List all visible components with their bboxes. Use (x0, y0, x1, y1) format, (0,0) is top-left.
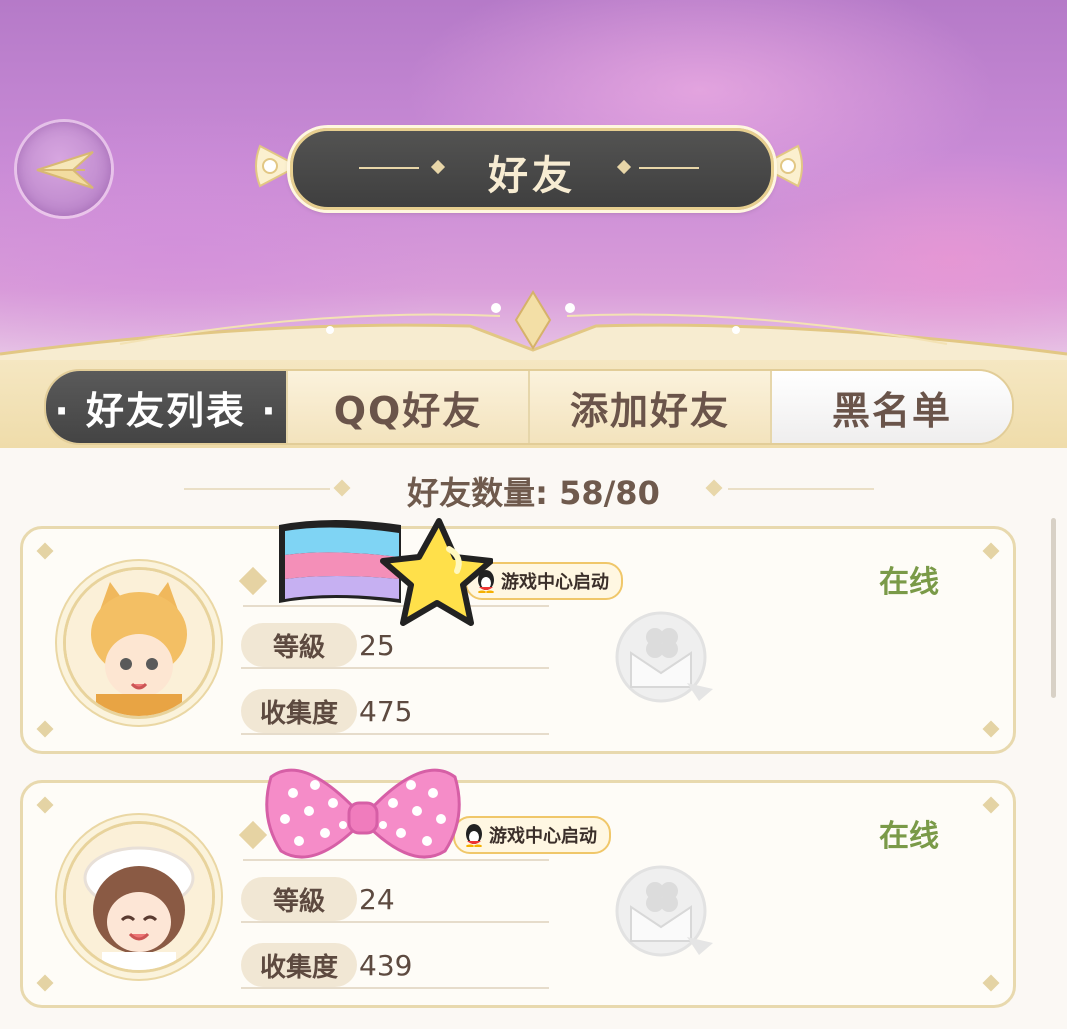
tab-bar: · 好友列表 · QQ好友 添加好友 黑名单 (44, 369, 1014, 445)
pink-polka-bow-sticker (265, 768, 461, 859)
tab-blacklist[interactable]: 黑名单 (772, 371, 1012, 443)
collection-label: 收集度 (241, 689, 357, 733)
maid-girl-avatar (66, 824, 212, 970)
name-decor-diamond (238, 566, 268, 596)
stat-underline (241, 987, 549, 989)
collection-value: 475 (359, 695, 413, 728)
tab-friend-list[interactable]: · 好友列表 · (46, 371, 288, 443)
title-decor-line (639, 167, 699, 169)
level-value: 24 (359, 883, 395, 916)
back-wing-icon (36, 151, 94, 189)
card-corner-ornament (36, 974, 54, 992)
tab-qq-friends[interactable]: QQ好友 (288, 371, 530, 443)
friend-card[interactable]: 游戏中心启动 等級 24 收集度 439 在线 (20, 768, 1016, 1008)
title-plate: 好友 (290, 128, 774, 210)
friend-count-row: 好友数量: 58/80 (0, 462, 1067, 512)
level-value: 25 (359, 629, 395, 662)
card-corner-ornament (982, 796, 1000, 814)
avatar[interactable] (63, 567, 215, 719)
clover-gift-icon[interactable] (615, 609, 719, 705)
stat-underline (241, 733, 549, 735)
header-background: 好友 (0, 0, 1067, 360)
level-label: 等級 (241, 877, 357, 921)
back-button[interactable] (17, 122, 111, 216)
cat-ear-boy-avatar (66, 570, 212, 716)
page-title: 好友 (488, 153, 576, 199)
level-label: 等級 (241, 623, 357, 667)
online-status: 在线 (879, 819, 939, 854)
stat-underline (241, 921, 549, 923)
count-decor-line (728, 488, 874, 490)
stat-underline (241, 667, 549, 669)
collection-label: 收集度 (241, 943, 357, 987)
friend-count: 好友数量: 58/80 (407, 474, 660, 512)
online-status: 在线 (879, 565, 939, 600)
card-corner-ornament (982, 720, 1000, 738)
friend-card[interactable]: 游戏中心启动 等級 25 收集度 475 在线 (20, 518, 1016, 754)
clover-gift-icon[interactable] (615, 863, 719, 959)
card-corner-ornament (982, 974, 1000, 992)
game-center-badge-label: 游戏中心启动 (501, 572, 609, 593)
scrollbar[interactable] (1051, 518, 1056, 698)
tab-add-friend[interactable]: 添加好友 (530, 371, 772, 443)
card-corner-ornament (982, 542, 1000, 560)
game-center-badge[interactable]: 游戏中心启动 (453, 816, 611, 854)
qq-penguin-icon (466, 824, 482, 847)
header-gold-trim (0, 290, 1067, 360)
card-corner-ornament (36, 720, 54, 738)
game-center-badge-label: 游戏中心启动 (489, 826, 597, 847)
collection-value: 439 (359, 949, 413, 982)
avatar[interactable] (63, 821, 215, 973)
card-corner-ornament (36, 542, 54, 560)
shooting-star-sticker (279, 518, 493, 626)
card-corner-ornament (36, 796, 54, 814)
